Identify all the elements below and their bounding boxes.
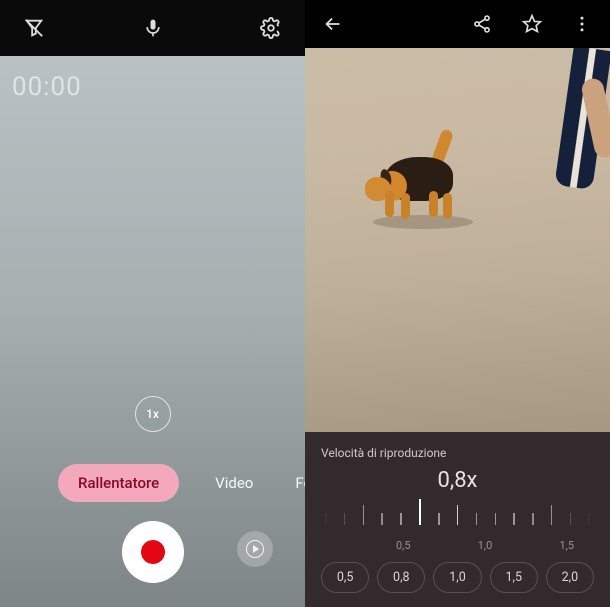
zoom-badge[interactable]: 1x bbox=[135, 396, 171, 432]
back-icon[interactable] bbox=[319, 10, 347, 38]
camera-topbar bbox=[0, 0, 305, 56]
speed-ruler[interactable] bbox=[321, 501, 594, 537]
play-icon bbox=[246, 540, 264, 558]
share-icon[interactable] bbox=[468, 10, 496, 38]
ruler-label-mid: 1,0 bbox=[478, 539, 493, 552]
star-icon[interactable] bbox=[518, 10, 546, 38]
mode-slowmo[interactable]: Rallentatore bbox=[58, 464, 179, 502]
last-capture-button[interactable] bbox=[237, 531, 273, 567]
mode-video[interactable]: Video bbox=[209, 464, 259, 502]
ruler-labels: 0,5 1,0 1,5 bbox=[321, 537, 594, 552]
mode-strip[interactable]: Rallentatore Video Foto bbox=[0, 464, 305, 502]
mode-photo[interactable]: Foto bbox=[289, 464, 305, 502]
preset-0-8[interactable]: 0,8 bbox=[377, 562, 425, 593]
current-speed: 0,8x bbox=[321, 468, 594, 493]
video-viewport[interactable] bbox=[305, 48, 610, 432]
record-button[interactable] bbox=[122, 521, 184, 583]
record-timer: 00:00 bbox=[12, 72, 82, 102]
more-icon[interactable] bbox=[568, 10, 596, 38]
camera-screen: 00:00 1x Rallentatore Video Foto bbox=[0, 0, 305, 607]
ruler-label-low: 0,5 bbox=[396, 539, 411, 552]
player-screen: Velocità di riproduzione 0,8x 0,5 1,0 1,… bbox=[305, 0, 610, 607]
preset-0-5[interactable]: 0,5 bbox=[321, 562, 369, 593]
preset-1-5[interactable]: 1,5 bbox=[490, 562, 538, 593]
ruler-label-high: 1,5 bbox=[559, 539, 574, 552]
gear-icon[interactable] bbox=[257, 14, 285, 42]
video-frame bbox=[305, 48, 610, 432]
filter-off-icon[interactable] bbox=[20, 14, 48, 42]
player-topbar bbox=[305, 0, 610, 48]
speed-presets: 0,5 0,8 1,0 1,5 2,0 bbox=[321, 562, 594, 593]
record-dot-icon bbox=[141, 540, 165, 564]
preset-2-0[interactable]: 2,0 bbox=[546, 562, 594, 593]
mic-icon[interactable] bbox=[139, 14, 167, 42]
preset-1-0[interactable]: 1,0 bbox=[433, 562, 481, 593]
playback-speed-panel: Velocità di riproduzione 0,8x 0,5 1,0 1,… bbox=[305, 432, 610, 607]
zoom-value: 1x bbox=[146, 407, 159, 421]
speed-panel-title: Velocità di riproduzione bbox=[321, 446, 594, 460]
